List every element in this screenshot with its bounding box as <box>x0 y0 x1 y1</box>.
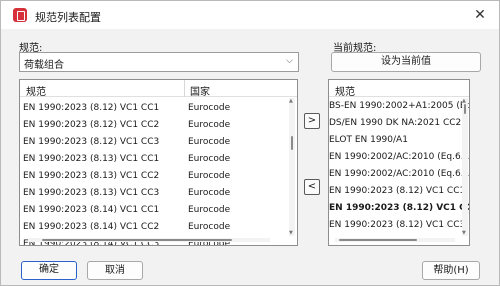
code-cell: ELOT EN 1990/A1 <box>329 135 408 145</box>
table-row[interactable]: EN 1990:2023 (8.12) VC1 CC3 Eurocode <box>20 134 297 151</box>
table-row[interactable]: BS-EN 1990:2002+A1:2005 (Eq.6.10) <box>329 98 469 115</box>
current-codes-header: 规范 <box>329 80 469 98</box>
table-row[interactable]: EN 1990:2023 (8.12) VC1 CC1 <box>329 183 469 200</box>
title-bar: 规范列表配置 ✕ <box>1 1 499 29</box>
table-row[interactable]: EN 1990:2023 (8.13) VC1 CC1 Eurocode <box>20 151 297 168</box>
column-header-code[interactable]: 规范 <box>335 83 355 98</box>
scrollbar-thumb[interactable] <box>291 136 293 150</box>
current-codes-list[interactable]: 规范 BS-EN 1990:2002+A1:2005 (Eq.6.10) DS/E… <box>328 79 470 246</box>
column-header-code[interactable]: 规范 <box>26 83 46 98</box>
app-logo-icon <box>13 8 27 22</box>
table-row[interactable]: EN 1990:2002/AC:2010 (Eq.6.10 a, b) <box>329 166 469 183</box>
table-row[interactable]: EN 1990:2023 (8.12) VC1 CC1 Eurocode <box>20 100 297 117</box>
country-cell: Eurocode <box>188 188 231 198</box>
close-button[interactable]: ✕ <box>469 5 491 25</box>
code-cell: DS/EN 1990 DK NA:2021 CC2 <box>329 118 462 128</box>
code-cell: EN 1990:2023 (8.12) VC1 CC3 <box>329 220 466 230</box>
scrollbar-thumb[interactable] <box>339 239 417 241</box>
horizontal-scrollbar[interactable] <box>28 238 270 242</box>
code-cell: EN 1990:2023 (8.13) VC1 CC2 <box>23 171 160 181</box>
scrollbar-thumb[interactable] <box>464 104 466 114</box>
country-cell: Eurocode <box>188 120 231 130</box>
ok-button[interactable]: 确定 <box>21 261 77 280</box>
available-codes-list[interactable]: 规范 国家 EN 1990:2023 (8.12) VC1 CC1 Eurocod… <box>19 79 298 246</box>
code-cell: EN 1990:2023 (8.14) VC1 CC1 <box>23 205 160 215</box>
table-row[interactable]: EN 1990:2023 (8.12) VC1 CC2 <box>329 200 469 217</box>
table-row[interactable]: EN 1990:2023 (8.14) VC1 CC2 Eurocode <box>20 219 297 236</box>
column-divider[interactable] <box>184 80 185 97</box>
remove-code-button[interactable]: < <box>304 179 320 195</box>
active-code-cell: EN 1990:2023 (8.12) VC1 CC2 <box>329 203 470 213</box>
code-cell: EN 1990:2023 (8.12) VC1 CC2 <box>23 120 160 130</box>
code-cell: EN 1990:2002/AC:2010 (Eq.6.10 a, b) <box>329 169 469 179</box>
code-cell: BS-EN 1990:2002+A1:2005 (Eq.6.10) <box>329 101 469 111</box>
vertical-scrollbar[interactable]: ▲ ▼ <box>462 98 468 236</box>
help-button[interactable]: 帮助(H) <box>422 261 480 280</box>
table-row[interactable]: ELOT EN 1990/A1 <box>329 132 469 149</box>
code-cell: EN 1990:2023 (8.14) VC1 CC2 <box>23 222 160 232</box>
vertical-scrollbar[interactable]: ▲ ▼ <box>289 98 295 236</box>
code-cell: EN 1990:2023 (8.13) VC1 CC1 <box>23 154 160 164</box>
chevron-down-icon: ⌵ <box>286 56 293 66</box>
scroll-down-icon[interactable]: ▼ <box>462 230 466 236</box>
dropdown-selected-value: 荷载组合 <box>24 60 64 71</box>
country-cell: Eurocode <box>188 222 231 232</box>
column-header-country[interactable]: 国家 <box>190 83 210 98</box>
code-cell: EN 1990:2023 (8.13) VC1 CC3 <box>23 188 160 198</box>
table-row[interactable]: EN 1990:2023 (8.14) VC1 CC1 Eurocode <box>20 202 297 219</box>
country-cell: Eurocode <box>188 205 231 215</box>
table-row[interactable]: DS/EN 1990 DK NA:2021 CC2 <box>329 115 469 132</box>
country-cell: Eurocode <box>188 137 231 147</box>
code-cell: EN 1990:2023 (8.12) VC1 CC1 <box>329 186 466 196</box>
scroll-down-icon[interactable]: ▼ <box>289 230 293 236</box>
code-cell: EN 1990:2023 (8.12) VC1 CC3 <box>23 137 160 147</box>
table-row[interactable]: EN 1990:2002/AC:2010 (Eq.6.10) <box>329 149 469 166</box>
country-cell: Eurocode <box>188 171 231 181</box>
cancel-button[interactable]: 取消 <box>87 261 143 280</box>
code-cell: EN 1990:2023 (8.12) VC1 CC1 <box>23 103 160 113</box>
horizontal-scrollbar[interactable] <box>335 238 455 242</box>
set-current-button[interactable]: 设为当前值 <box>331 52 481 72</box>
add-code-button[interactable]: > <box>304 113 320 129</box>
table-row[interactable]: EN 1990:2023 (8.13) VC1 CC3 Eurocode <box>20 185 297 202</box>
scrollbar-thumb[interactable] <box>42 239 232 241</box>
dialog-window: 规范列表配置 ✕ 规范: 荷载组合 ⌵ 规范 国家 EN 1990:2023 (… <box>0 0 500 286</box>
dialog-title: 规范列表配置 <box>35 11 101 24</box>
table-row[interactable]: EN 1990:2023 (8.12) VC1 CC3 <box>329 217 469 234</box>
scroll-up-icon[interactable]: ▲ <box>289 98 293 104</box>
country-cell: Eurocode <box>188 154 231 164</box>
code-type-dropdown[interactable]: 荷载组合 ⌵ <box>19 52 299 72</box>
available-codes-header: 规范 国家 <box>20 80 297 98</box>
table-row[interactable]: EN 1990:2023 (8.12) VC1 CC2 Eurocode <box>20 117 297 134</box>
country-cell: Eurocode <box>188 103 231 113</box>
table-row[interactable]: EN 1990:2023 (8.13) VC1 CC2 Eurocode <box>20 168 297 185</box>
code-cell: EN 1990:2002/AC:2010 (Eq.6.10) <box>329 152 470 162</box>
